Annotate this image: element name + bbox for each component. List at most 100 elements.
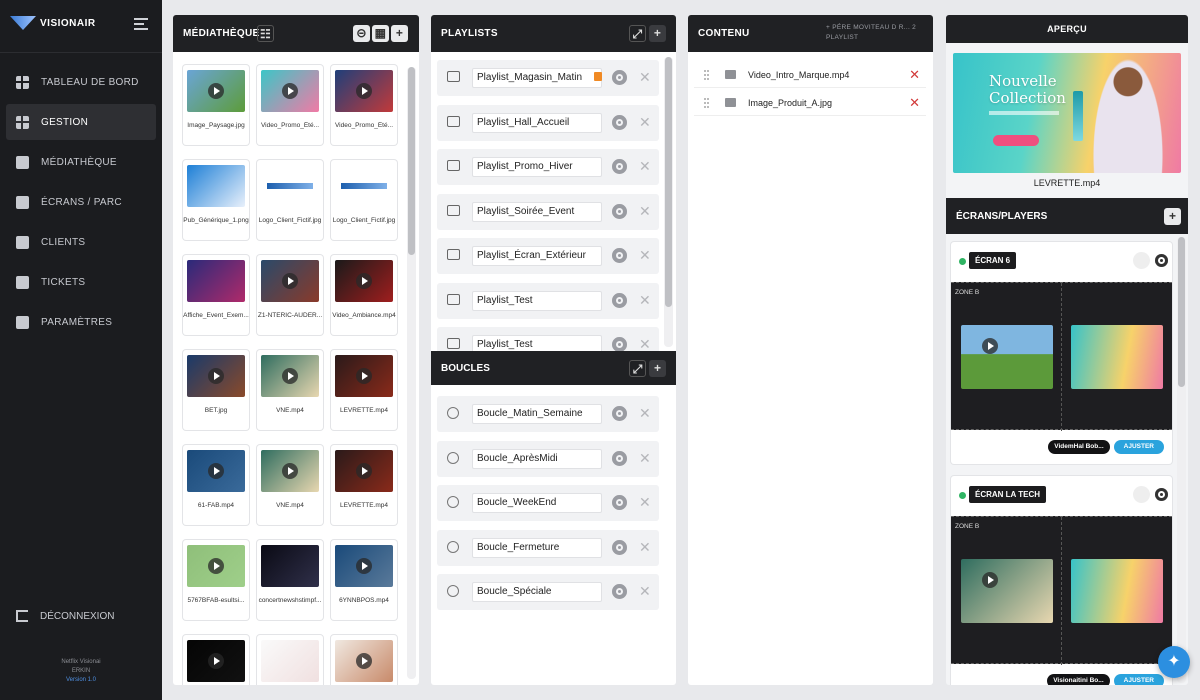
zone-media-thumbnail[interactable] (1071, 559, 1163, 623)
play-icon[interactable] (208, 83, 224, 99)
loop-row[interactable]: Boucle_Fermeture ✕ (437, 529, 659, 566)
add-player-button[interactable]: + (1164, 208, 1181, 225)
play-icon[interactable] (356, 463, 372, 479)
delete-icon[interactable]: ✕ (909, 95, 920, 111)
gear-icon[interactable] (612, 450, 627, 466)
gear-icon[interactable] (612, 159, 627, 174)
media-item[interactable]: Image_Paysage.jpg (183, 65, 249, 145)
sidebar-item-0[interactable]: TABLEAU DE BORD (6, 64, 156, 100)
brand-logo[interactable]: VISIONAIR (10, 16, 96, 30)
media-item[interactable]: Video_Ambiance.mp4 (331, 255, 397, 335)
playlist-row[interactable]: Playlist_Magasin_Matin ✕ (437, 60, 659, 96)
zone-media-thumbnail[interactable] (1071, 325, 1163, 389)
media-item[interactable]: LEVRETTE.mp4 (331, 445, 397, 525)
close-icon[interactable]: ✕ (639, 114, 651, 131)
play-icon[interactable] (282, 463, 298, 479)
close-icon[interactable]: ✕ (639, 69, 651, 86)
media-item[interactable]: 6YNNBPOS.mp4 (331, 540, 397, 620)
media-item[interactable]: 61-FAB.mp4 (183, 445, 249, 525)
media-item[interactable] (331, 635, 397, 685)
adjust-button[interactable]: AJUSTER (1113, 674, 1164, 685)
gear-icon[interactable] (612, 406, 627, 421)
play-icon[interactable] (356, 558, 372, 574)
media-scrollbar-thumb[interactable] (408, 67, 415, 255)
gear-icon[interactable] (612, 114, 627, 130)
media-item[interactable]: Video_Promo_Été... (331, 65, 397, 145)
hamburger-menu-icon[interactable] (134, 18, 148, 30)
gear-icon[interactable] (612, 584, 627, 599)
sidebar-item-2[interactable]: MÉDIATHÈQUE (6, 144, 156, 180)
link-button[interactable]: ⊝ (353, 25, 370, 42)
playlist-row[interactable]: Playlist_Hall_Accueil ✕ (437, 104, 659, 141)
gear-icon[interactable] (612, 203, 627, 219)
media-scrollbar[interactable] (407, 67, 416, 679)
playlist-name-field[interactable]: Playlist_Promo_Hiver (472, 157, 602, 177)
close-icon[interactable]: ✕ (639, 203, 651, 220)
playlist-name-field[interactable]: Playlist_Test (472, 290, 602, 311)
gear-icon[interactable] (612, 337, 627, 352)
add-playlist-button[interactable]: + (649, 25, 666, 42)
toggle-button[interactable] (1133, 486, 1150, 503)
playlist-name-field[interactable]: Playlist_Hall_Accueil (472, 112, 602, 133)
loop-row[interactable]: Boucle_Spéciale ✕ (437, 574, 659, 610)
gear-icon[interactable] (612, 495, 627, 510)
playlists-scrollbar[interactable] (664, 57, 673, 347)
media-item[interactable]: Affiche_Event_Exem... (183, 255, 249, 335)
media-item[interactable]: concertnewshstimpf... (257, 540, 323, 620)
media-item[interactable] (257, 635, 323, 685)
content-row[interactable]: Video_Intro_Marque.mp4 ✕ (694, 62, 926, 88)
gear-icon[interactable] (612, 292, 627, 308)
gear-icon[interactable] (612, 539, 627, 555)
add-media-button[interactable]: + (391, 25, 408, 42)
sidebar-item-5[interactable]: TICKETS (6, 264, 156, 300)
loop-row[interactable]: Boucle_WeekEnd ✕ (437, 485, 659, 521)
players-scrollbar-thumb[interactable] (1178, 237, 1185, 387)
loop-row[interactable]: Boucle_Matin_Semaine ✕ (437, 396, 659, 432)
playlists-scrollbar-thumb[interactable] (665, 57, 672, 307)
media-item[interactable]: Logo_Client_Fictif.jpg (257, 160, 323, 240)
play-icon[interactable] (282, 273, 298, 289)
play-icon[interactable] (208, 463, 224, 479)
close-icon[interactable]: ✕ (639, 494, 651, 511)
playlist-name-field[interactable]: Playlist_Soirée_Event (472, 201, 602, 222)
close-icon[interactable]: ✕ (639, 247, 651, 264)
playlist-row[interactable]: Playlist_Test ✕ (437, 282, 659, 319)
close-icon[interactable]: ✕ (639, 450, 651, 467)
media-item[interactable]: LEVRETTE.mp4 (331, 350, 397, 430)
close-icon[interactable]: ✕ (639, 405, 651, 422)
sidebar-item-3[interactable]: ÉCRANS / PARC (6, 184, 156, 220)
drag-handle-icon[interactable] (704, 98, 709, 108)
toggle-button[interactable] (1133, 252, 1150, 269)
expand-icon[interactable]: ⤢ (629, 25, 646, 42)
loop-row[interactable]: Boucle_AprèsMidi ✕ (437, 440, 659, 477)
loop-name-field[interactable]: Boucle_Spéciale (472, 582, 602, 602)
loop-name-field[interactable]: Boucle_Fermeture (472, 537, 602, 558)
media-item[interactable]: Video_Promo_Été... (257, 65, 323, 145)
close-icon[interactable]: ✕ (639, 292, 651, 309)
gear-icon[interactable] (1155, 488, 1168, 501)
loop-name-field[interactable]: Boucle_AprèsMidi (472, 448, 602, 469)
play-icon[interactable] (282, 368, 298, 384)
play-icon[interactable] (356, 83, 372, 99)
media-item[interactable]: VNE.mp4 (257, 350, 323, 430)
gear-icon[interactable] (612, 70, 627, 85)
playlist-name-field[interactable]: Playlist_Écran_Extérieur (472, 246, 602, 266)
filter-button[interactable]: ☷ (257, 25, 274, 42)
zone-media-thumbnail[interactable] (961, 559, 1053, 623)
player-playlist-pill[interactable]: VidemHal Bob... (1048, 440, 1110, 454)
playlist-name-field[interactable]: Playlist_Magasin_Matin (472, 68, 602, 88)
play-icon[interactable] (982, 572, 998, 588)
grid-view-button[interactable]: ▦ (372, 25, 389, 42)
media-item[interactable]: Logo_Client_Fictif.jpg (331, 160, 397, 240)
play-icon[interactable] (356, 273, 372, 289)
content-row[interactable]: Image_Produit_A.jpg ✕ (694, 90, 926, 116)
player-playlist-pill[interactable]: Visionaitini Bo... (1047, 674, 1110, 685)
play-icon[interactable] (356, 368, 372, 384)
close-icon[interactable]: ✕ (639, 583, 651, 600)
playlist-row[interactable]: Playlist_Promo_Hiver ✕ (437, 149, 659, 185)
playlist-row[interactable]: Playlist_Soirée_Event ✕ (437, 193, 659, 230)
media-item[interactable] (183, 635, 249, 685)
gear-icon[interactable] (612, 248, 627, 263)
close-icon[interactable]: ✕ (639, 539, 651, 556)
add-loop-button[interactable]: + (649, 360, 666, 377)
